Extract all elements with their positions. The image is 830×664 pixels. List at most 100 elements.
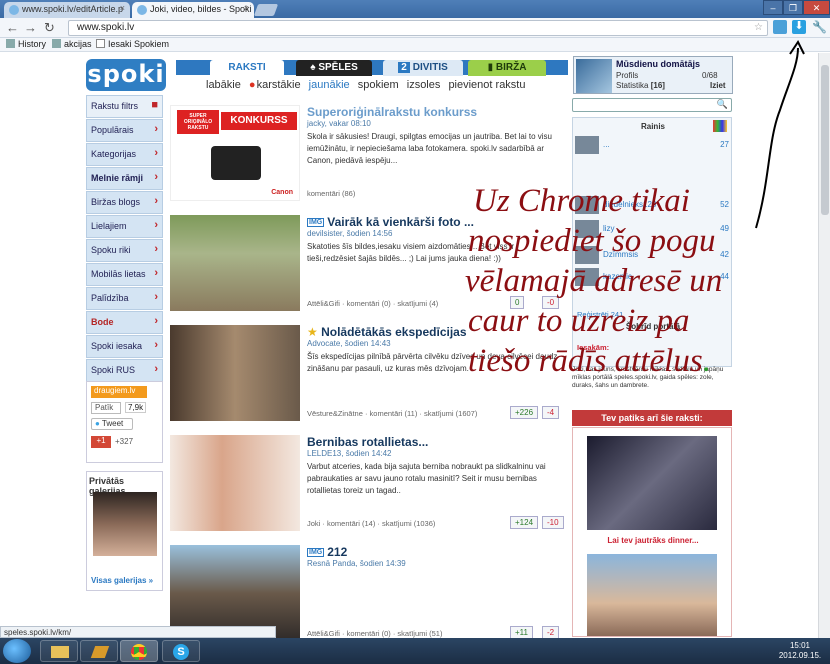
rainis-user[interactable]: ... 27 [575, 136, 731, 156]
user-name[interactable]: kazeniic [603, 272, 632, 281]
sidebar-item[interactable]: Populārais › [86, 119, 163, 142]
subnav-izsoles[interactable]: izsoles [407, 79, 441, 91]
article-thumbnail[interactable]: SUPER ORIĢINĀLO RAKSTU KONKURSS Canon [170, 105, 300, 201]
sidebar-item[interactable]: Rakstu filtrs ■ [86, 95, 163, 118]
article-thumbnail[interactable] [170, 545, 300, 638]
rainis-user[interactable]: diedelnieks123 52 [575, 196, 731, 216]
sidebar-item[interactable]: Lielajiem › [86, 215, 163, 238]
user-name[interactable]: lizy [603, 224, 615, 233]
extension-icon[interactable] [773, 20, 787, 34]
tab-speles[interactable]: ♠ SPĒLES [296, 60, 372, 76]
avatar[interactable] [576, 59, 612, 93]
user-name[interactable]: diedelnieks123 [603, 200, 656, 209]
upvote-button[interactable]: +124 [510, 516, 539, 529]
patik-button[interactable]: Patīk [91, 402, 121, 414]
downvote-button[interactable]: -0 [542, 296, 560, 309]
registered-count[interactable]: Reģistrēti 241 [577, 310, 623, 319]
user-name[interactable]: ... [603, 140, 610, 149]
downvote-button[interactable]: -2 [542, 626, 560, 638]
article-meta[interactable]: Advocate, šodien 14:43 [307, 339, 391, 348]
maximize-button[interactable]: ❐ [783, 0, 803, 15]
article-footer[interactable]: Joki · komentāri (14) · skatījumi (1036) [307, 519, 435, 528]
sidebar-item[interactable]: Bode › [86, 311, 163, 334]
sidebar-item[interactable]: Melnie rāmji › [86, 167, 163, 190]
article-title[interactable]: Superoriģinālrakstu konkurss [307, 105, 477, 119]
explorer-taskbar-icon[interactable] [40, 640, 78, 662]
subnav-karstakie[interactable]: karstākie [257, 79, 301, 91]
forward-arrow-icon[interactable]: → [24, 20, 37, 35]
article-meta[interactable]: LELDE13, šodien 14:42 [307, 449, 392, 458]
subnav-pievienot[interactable]: pievienot rakstu [448, 79, 525, 91]
article-title[interactable]: Bernibas rotallietas... [307, 435, 428, 449]
upvote-button[interactable]: +11 [510, 626, 533, 638]
article-footer[interactable]: Vēsture&Zinātne · komentāri (11) · skatī… [307, 409, 477, 418]
winamp-taskbar-icon[interactable] [80, 640, 118, 662]
article-thumbnail[interactable] [170, 435, 300, 531]
avatar[interactable] [575, 136, 599, 154]
article-title[interactable]: ★ Nolādētākās ekspedīcijas [307, 325, 467, 339]
search-icon[interactable]: 🔍 [717, 99, 728, 110]
article-thumbnail[interactable] [170, 215, 300, 311]
start-button[interactable] [3, 639, 31, 663]
article-footer[interactable]: Attēli&Gifi · komentāri (0) · skatījumi … [307, 299, 438, 308]
avatar[interactable] [575, 196, 599, 214]
bookmark-history[interactable]: History [6, 39, 46, 49]
address-bar[interactable]: www.spoki.lv ☆ [68, 20, 768, 36]
avatar[interactable] [575, 268, 599, 286]
tab-birza[interactable]: ▮ BIRŽA [468, 60, 546, 76]
close-window-button[interactable]: ✕ [803, 0, 830, 15]
article-footer[interactable]: komentāri (86) [307, 189, 355, 198]
upvote-button[interactable]: 0 [510, 296, 525, 309]
rainis-user[interactable]: Dzīmmsis 42 [575, 246, 731, 266]
all-galleries-link[interactable]: Visas galerijas » [91, 576, 153, 585]
article-footer[interactable]: Attēli&Gifi · komentāri (0) · skatījumi … [307, 629, 442, 638]
minimize-button[interactable]: – [763, 0, 783, 15]
subnav-jaunakie[interactable]: jaunākie [309, 79, 350, 91]
upvote-button[interactable]: +226 [510, 406, 539, 419]
reload-icon[interactable]: ↻ [44, 20, 55, 36]
tab-spoki[interactable]: Joki, video, bildes - Spoki × [132, 2, 254, 18]
article-meta[interactable]: jacky, vakar 08:10 [307, 119, 371, 128]
sidebar-item[interactable]: Kategorijas › [86, 143, 163, 166]
bookmark-akcijas[interactable]: akcijas [52, 39, 92, 49]
subnav-labakie[interactable]: labākie [206, 79, 241, 91]
hockey-photo[interactable] [587, 436, 717, 530]
sidebar-item[interactable]: Spoki iesaka › [86, 335, 163, 358]
article-meta[interactable]: Resnā Panda, šodien 14:39 [307, 559, 406, 568]
tweet-button[interactable]: ● Tweet [91, 418, 133, 430]
gallery-photo[interactable] [93, 492, 157, 556]
article-title[interactable]: IMG Vairāk kā vienkārši foto ... [307, 215, 474, 229]
bookmark-star-icon[interactable]: ☆ [754, 22, 763, 33]
new-tab-button[interactable] [253, 4, 279, 16]
article-thumbnail[interactable] [170, 325, 300, 421]
tab-edit-article[interactable]: www.spoki.lv/editArticle.p × [4, 2, 130, 18]
lady-photo[interactable] [587, 554, 717, 636]
close-tab-icon[interactable]: × [244, 3, 249, 13]
sidebar-item[interactable]: Mobilās lietas › [86, 263, 163, 286]
avatar[interactable] [575, 246, 599, 264]
downvote-button[interactable]: -4 [542, 406, 560, 419]
subnav-spokiem[interactable]: spokiem [358, 79, 399, 91]
gplus-button[interactable]: +1 [91, 436, 111, 448]
article-title[interactable]: IMG 212 [307, 545, 347, 559]
page-scrollbar[interactable] [818, 53, 830, 638]
back-arrow-icon[interactable]: ← [6, 20, 19, 35]
sidebar-item[interactable]: Biržas blogs › [86, 191, 163, 214]
system-clock[interactable]: 15:01 2012.09.15. [772, 641, 828, 661]
avatar[interactable] [575, 220, 599, 238]
rainis-user[interactable]: lizy 49 [575, 220, 731, 240]
sidebar-item[interactable]: Spoki RUS › [86, 359, 163, 382]
downvote-button[interactable]: -10 [542, 516, 564, 529]
rainis-user[interactable]: kazeniic 44 [575, 268, 731, 288]
recommend-link[interactable]: Lai tev jautrāks dinner... [573, 536, 733, 545]
tab-raksti[interactable]: RAKSTI [210, 60, 284, 76]
article-meta[interactable]: devilsister, šodien 14:56 [307, 229, 392, 238]
draugiem-button[interactable]: draugiem.lv [91, 386, 147, 398]
sidebar-item[interactable]: Palīdzība › [86, 287, 163, 310]
skype-taskbar-icon[interactable]: S [162, 640, 200, 662]
logout-link[interactable]: Iziet [710, 81, 726, 90]
user-title[interactable]: Mūsdienu domātājs [616, 59, 700, 69]
profile-link[interactable]: Profils [616, 71, 638, 80]
wrench-menu-icon[interactable]: 🔧 [812, 20, 827, 34]
user-name[interactable]: Dzīmmsis [603, 250, 638, 259]
